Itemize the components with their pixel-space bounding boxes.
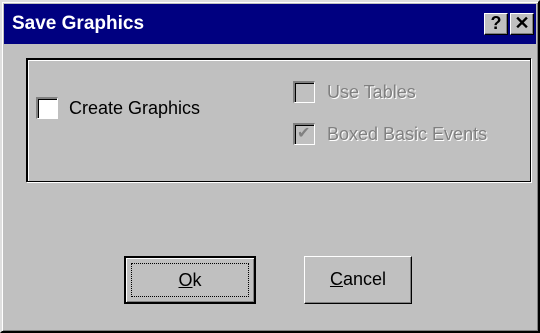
options-group <box>26 58 531 182</box>
question-mark-icon: ? <box>490 13 502 33</box>
use-tables-checkbox <box>293 81 315 103</box>
close-icon: ✕ <box>514 13 530 33</box>
use-tables-label: Use Tables <box>327 82 416 102</box>
ok-button[interactable]: Ok <box>124 256 256 304</box>
dialog-title: Save Graphics <box>12 13 145 34</box>
create-graphics-checkbox[interactable] <box>36 97 58 119</box>
help-button[interactable]: ? <box>484 13 508 35</box>
checkmark-icon: ✔ <box>297 125 311 142</box>
title-bar[interactable]: Save Graphics ? ✕ <box>4 4 536 44</box>
cancel-button-label: Cancel <box>329 269 387 289</box>
close-button[interactable]: ✕ <box>510 13 534 35</box>
cancel-button[interactable]: Cancel <box>304 256 412 304</box>
boxed-basic-events-checkbox: ✔ <box>293 123 315 145</box>
focus-indicator <box>131 263 249 297</box>
save-graphics-dialog: Save Graphics ? ✕ Create Graphics Use Ta… <box>0 0 540 333</box>
boxed-basic-events-label: Boxed Basic Events <box>327 124 488 144</box>
create-graphics-label[interactable]: Create Graphics <box>69 98 200 119</box>
